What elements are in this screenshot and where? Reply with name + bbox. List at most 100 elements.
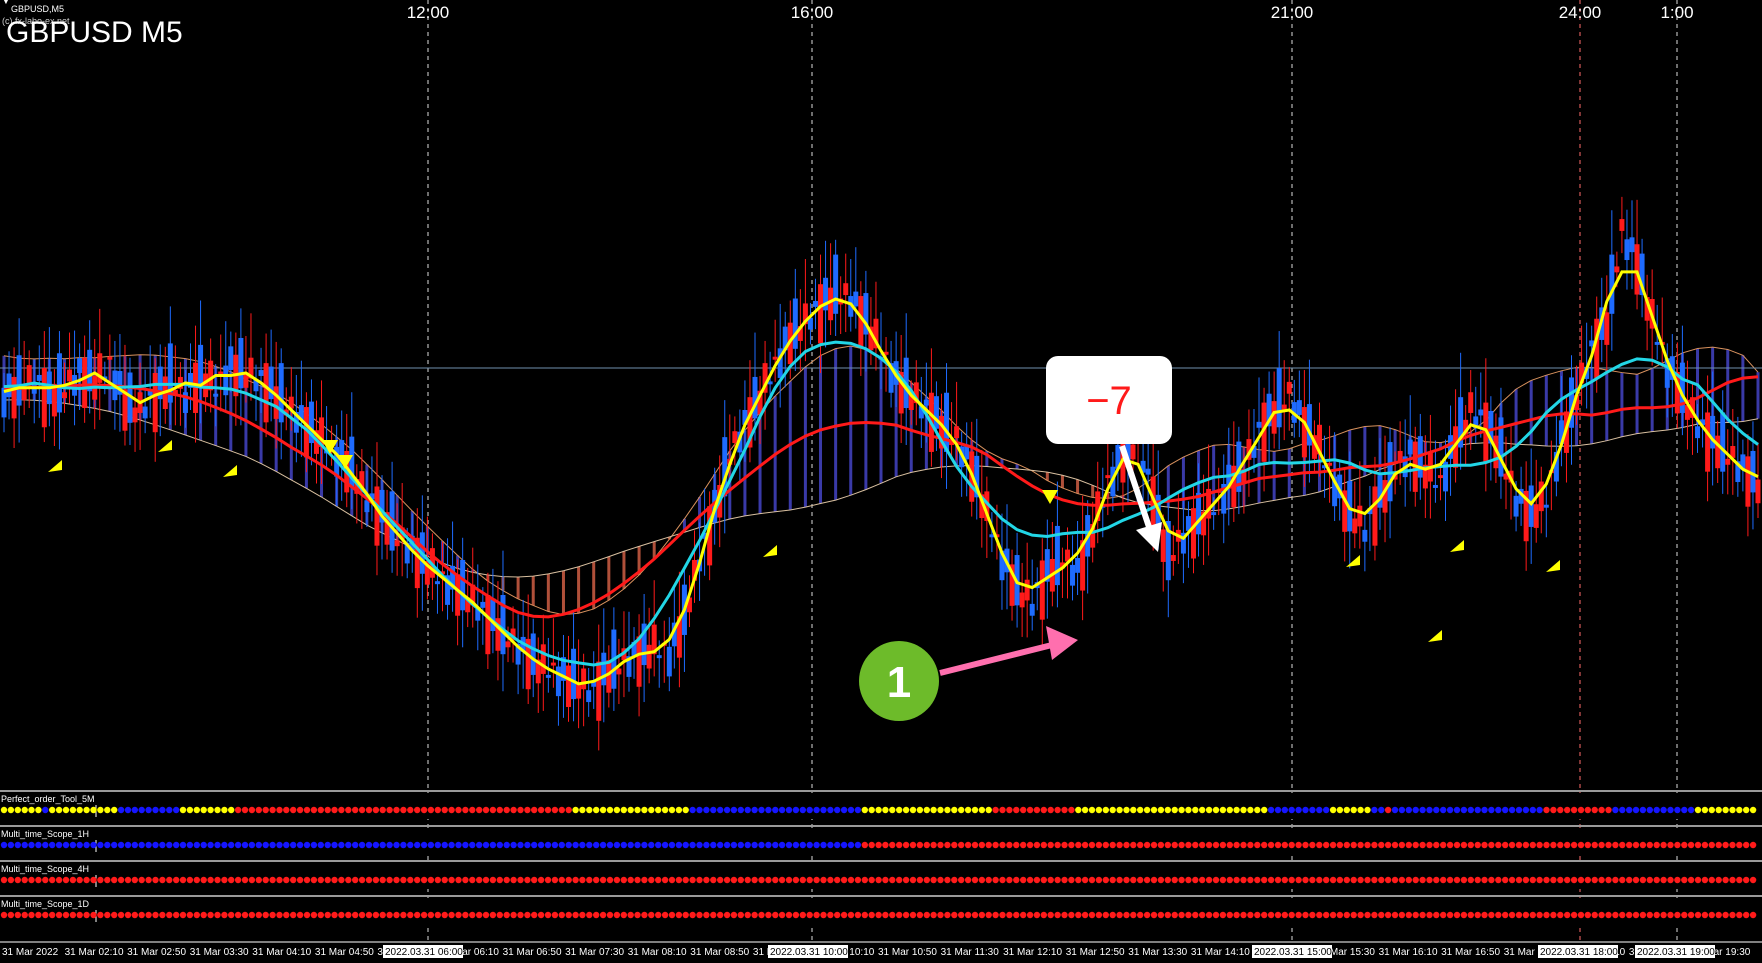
indicator-dot [1522,841,1530,849]
indicator-dot [964,876,972,884]
indicator-dot [1701,806,1709,814]
indicator-dot [489,841,497,849]
indicator-dot [827,841,834,849]
indicator-dot [62,841,70,849]
indicator-dot [138,806,145,814]
indicator-dot [1529,806,1537,814]
indicator-dot [1446,806,1454,814]
candle-body [1629,237,1635,253]
indicator-dot [386,876,393,884]
symbol-dropdown-icon[interactable]: ▼ [2,0,10,6]
indicator-dot [276,841,283,849]
candle-body [203,373,209,398]
indicator-dot [1254,911,1261,919]
candle-body [1105,475,1111,479]
indicator-dot [173,876,180,884]
indicator-dot [1729,911,1736,919]
indicator-dot [634,911,641,919]
candle-body [1468,392,1474,413]
indicator-dot [455,911,462,919]
indicator-dot [407,841,414,849]
indicator-dot [214,876,221,884]
indicator-dot [696,911,703,919]
indicator-dot [1522,876,1530,884]
indicator-dot [1143,876,1151,884]
indicator-dot [69,911,77,919]
candle-body [1513,495,1519,517]
indicator-dot [861,911,868,919]
indicator-dot [813,911,820,919]
indicator-dot [21,806,28,814]
indicator-panel [0,898,1762,924]
indicator-dot [1626,806,1633,814]
indicator-dot [400,806,407,814]
indicator-dot [1743,911,1750,919]
indicator-dot [1371,806,1378,814]
indicator-dot [214,841,221,849]
indicator-dot [1426,806,1433,814]
indicator-dot [1646,911,1654,919]
indicator-dot [510,876,517,884]
time-label: 31 Mar 04:50 [315,947,374,958]
indicator-dot [717,876,724,884]
indicator-dot [579,911,586,919]
indicator-dot [834,911,841,919]
indicator-dot [1364,911,1371,919]
indicator-dot [1495,841,1502,849]
indicator-dot [1398,911,1406,919]
indicator-dot [248,911,256,919]
indicator-dot [1570,841,1578,849]
indicator-dot [558,841,565,849]
indicator-dot [1150,806,1158,814]
indicator-dot [1715,806,1722,814]
candle-body [545,674,551,678]
indicator-dot [868,806,875,814]
indicator-dot [28,911,35,919]
indicator-dot [778,806,786,814]
indicator-dot [772,911,779,919]
indicator-dot [599,806,607,814]
indicator-dot [262,876,269,884]
indicator-dot [661,876,669,884]
indicator-dot [1729,841,1736,849]
indicator-dot [372,876,380,884]
indicator-dot [882,841,889,849]
candle-body [107,356,113,360]
indicator-dot [1150,876,1158,884]
indicator-dot [503,841,510,849]
indicator-dot [944,876,951,884]
indicator-dot [951,911,958,919]
indicator-dot [792,876,800,884]
indicator-dot [1261,806,1268,814]
indicator-dot [1694,876,1702,884]
candle-body [263,363,269,423]
indicator-dot [1088,841,1096,849]
indicator-dot [593,911,600,919]
indicator-dot [1557,911,1564,919]
indicator-dot [14,806,21,814]
indicator-dot [875,911,882,919]
indicator-dot [83,876,90,884]
indicator-dot [964,806,972,814]
indicator-dot [0,806,8,814]
indicator-dot [276,876,283,884]
indicator-dot [1729,806,1736,814]
candle-body [1533,504,1539,528]
indicator-dot [834,841,841,849]
indicator-dot [207,876,214,884]
indicator-dot [765,876,772,884]
indicator-dot [902,841,910,849]
indicator-dot [1694,806,1702,814]
time-label: 31 Mar 02:50 [127,947,186,958]
indicator-dot [710,841,717,849]
indicator-dot [1653,911,1660,919]
indicator-dot [1143,911,1151,919]
indicator-dot [269,806,276,814]
step-marker-number: 1 [887,658,911,707]
time-highlight-label: 2022.03.31 19:00 [1637,947,1715,958]
indicator-dot [896,841,903,849]
indicator-dot [1075,806,1082,814]
indicator-dot [1722,841,1729,849]
indicator-dot [661,911,669,919]
indicator-dot [365,911,373,919]
